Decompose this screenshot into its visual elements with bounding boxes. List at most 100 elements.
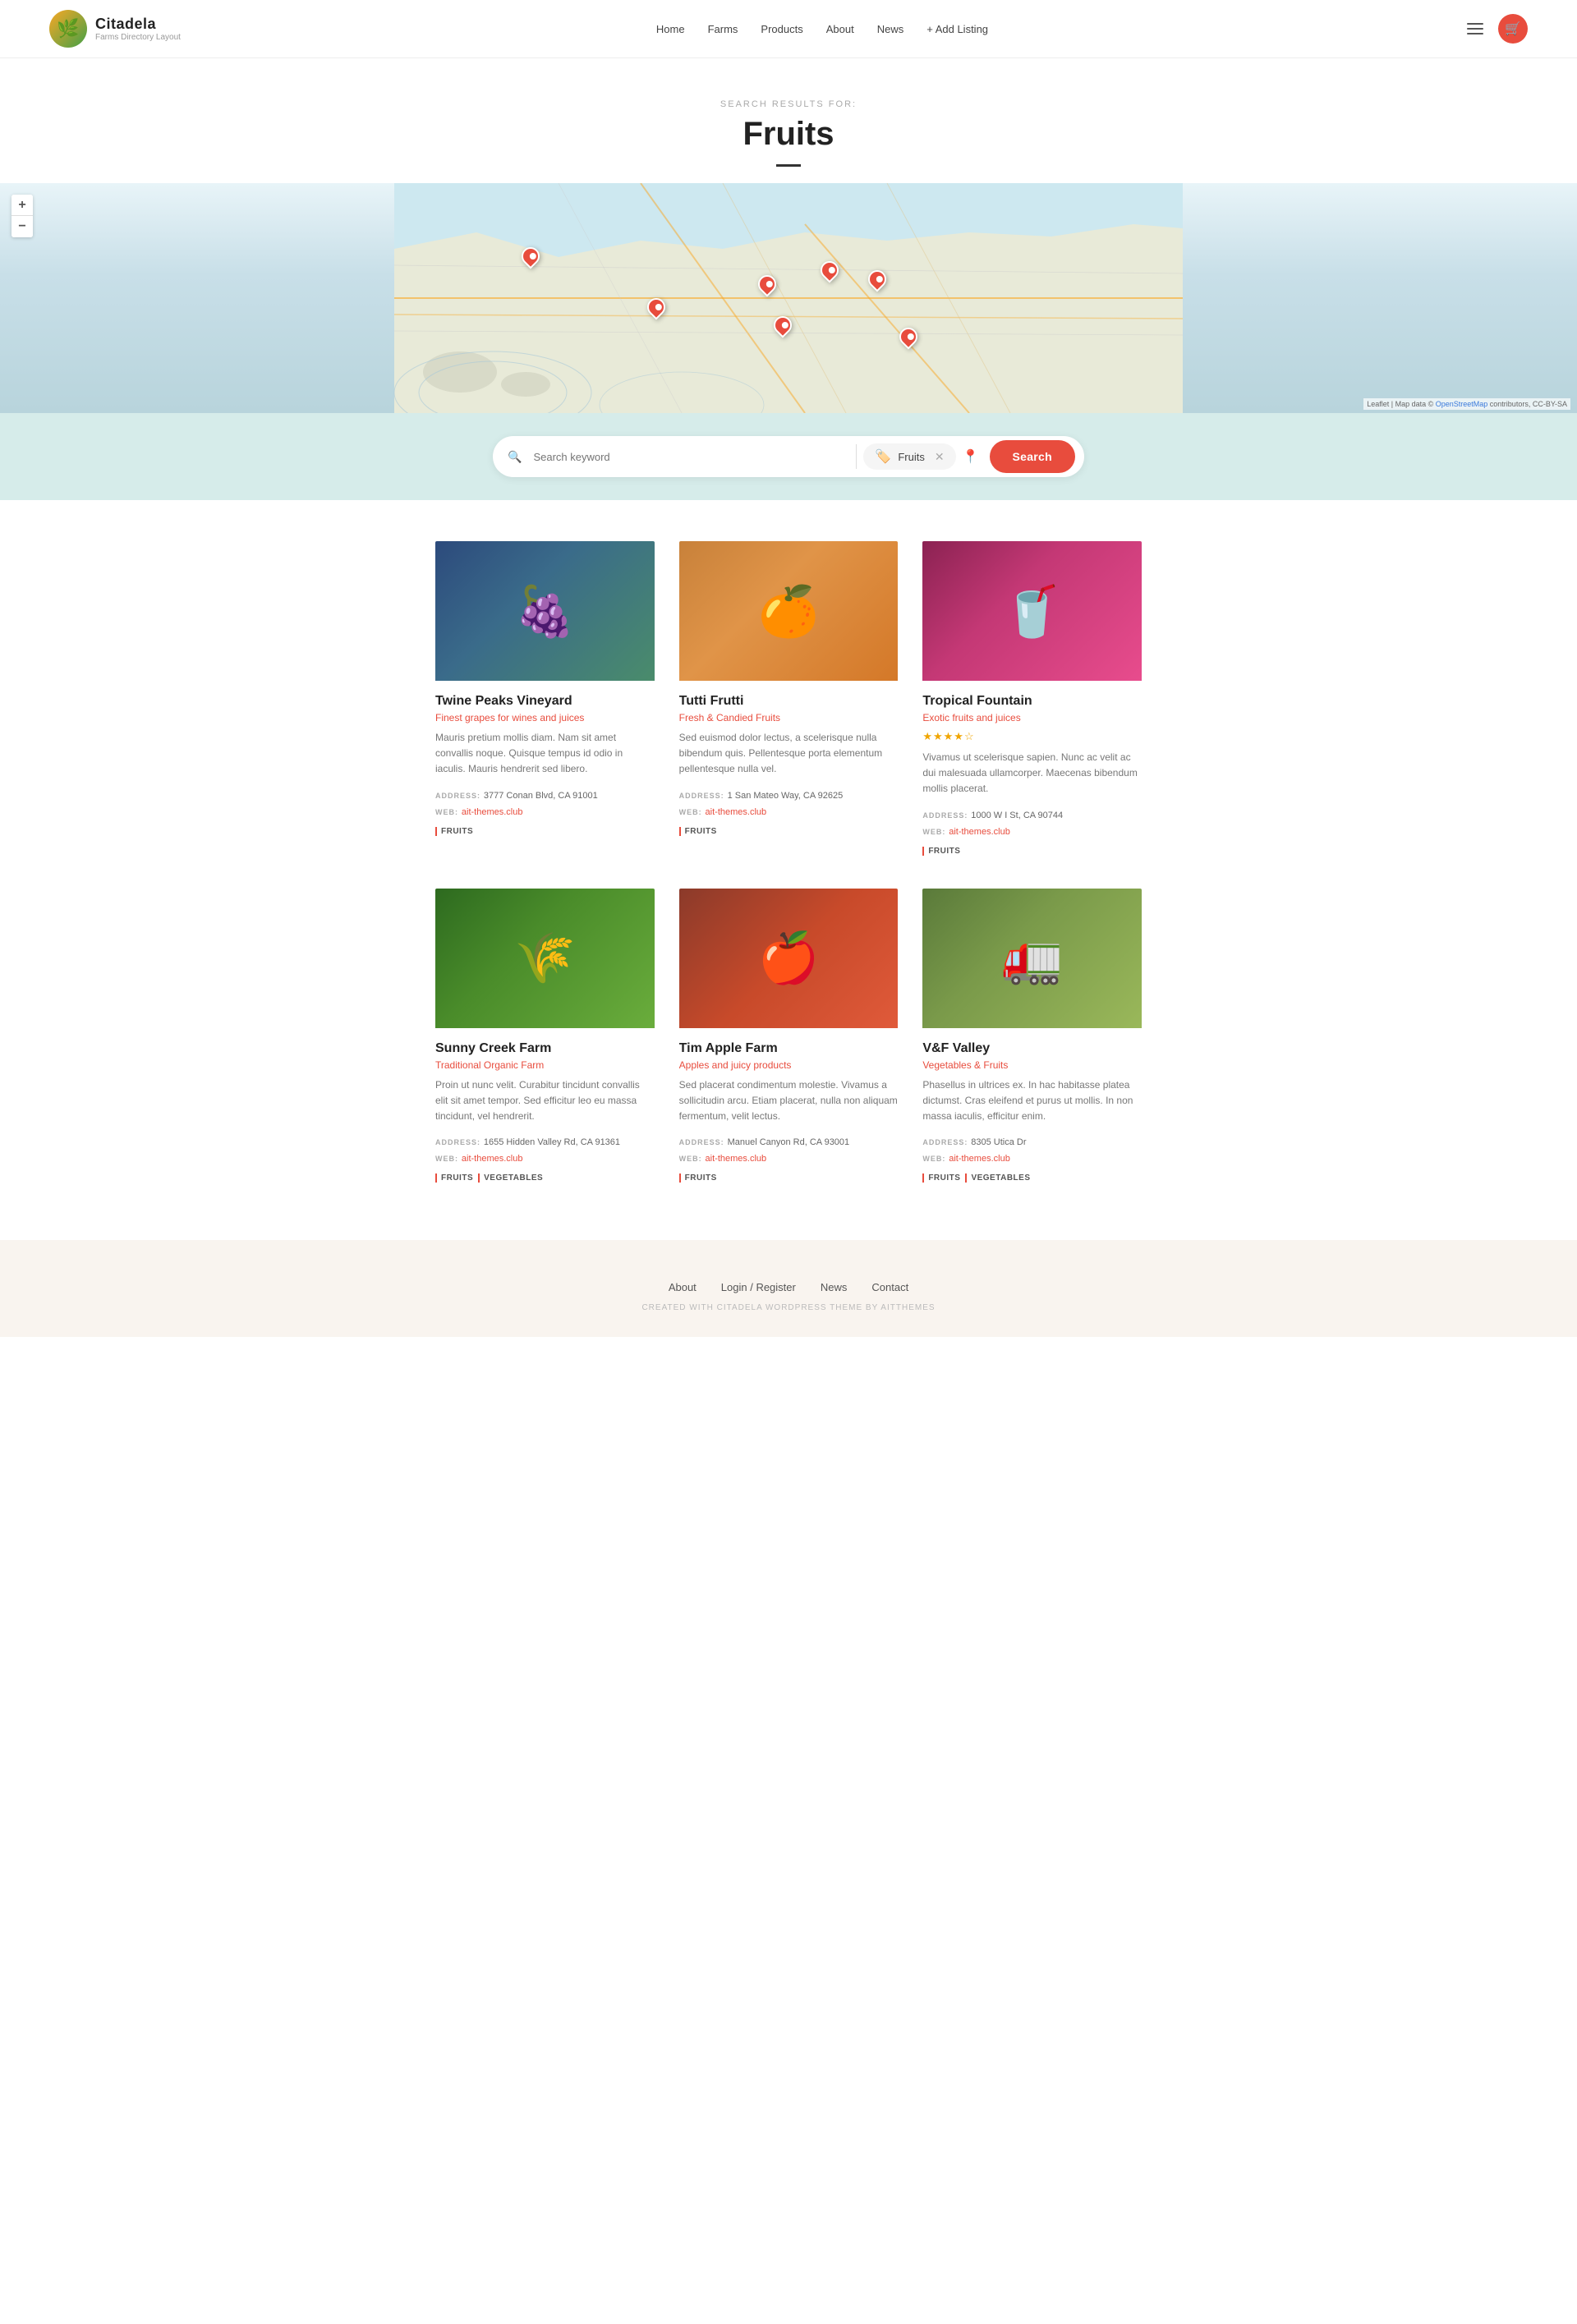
category-icon: 🏷️	[875, 448, 891, 465]
map-background: + − Leaflet | Map data © OpenStreetMap c…	[0, 183, 1577, 413]
address-label: ADDRESS:	[679, 1138, 724, 1146]
nav-home[interactable]: Home	[656, 23, 685, 35]
address-value: 8305 Utica Dr	[971, 1137, 1026, 1147]
map-pin-2[interactable]	[646, 298, 666, 323]
listing-image[interactable]: 🥤	[922, 541, 1142, 681]
listing-tag: FRUITS	[922, 847, 960, 856]
listing-tag: VEGETABLES	[478, 1173, 543, 1183]
address-label: ADDRESS:	[435, 792, 480, 800]
map-pin-5[interactable]	[757, 275, 777, 300]
listing-title[interactable]: Tropical Fountain	[922, 694, 1142, 709]
search-category-tag[interactable]: 🏷️ Fruits ✕	[863, 443, 955, 470]
address-label: ADDRESS:	[922, 811, 968, 820]
footer-nav: About Login / Register News Contact	[16, 1281, 1561, 1293]
nav-add-listing[interactable]: + Add Listing	[926, 23, 988, 35]
listing-web: WEB: ait-themes.club	[922, 824, 1142, 837]
listing-title[interactable]: Tutti Frutti	[679, 694, 899, 709]
listing-card-4: 🌾 Sunny Creek Farm Traditional Organic F…	[435, 889, 655, 1192]
category-label: Fruits	[898, 451, 925, 463]
header-icons: 🛒	[1464, 14, 1528, 44]
listing-description: Phasellus in ultrices ex. In hac habitas…	[922, 1077, 1142, 1125]
listing-title[interactable]: Tim Apple Farm	[679, 1041, 899, 1056]
listing-title[interactable]: Twine Peaks Vineyard	[435, 694, 655, 709]
web-link[interactable]: ait-themes.club	[462, 1154, 523, 1164]
address-value: 1 San Mateo Way, CA 92625	[728, 791, 844, 801]
logo-subtitle: Farms Directory Layout	[95, 33, 181, 42]
address-value: 3777 Conan Blvd, CA 91001	[484, 791, 598, 801]
nav-products[interactable]: Products	[761, 23, 802, 35]
search-keyword-input[interactable]	[525, 439, 849, 475]
search-bar-section: 🔍 🏷️ Fruits ✕ 📍 Search	[0, 413, 1577, 500]
web-link[interactable]: ait-themes.club	[949, 1154, 1010, 1164]
listing-tag: FRUITS	[435, 1173, 473, 1183]
map-zoom-in[interactable]: +	[11, 195, 33, 216]
osm-link[interactable]: OpenStreetMap	[1436, 400, 1488, 408]
listing-address: ADDRESS: 1655 Hidden Valley Rd, CA 91361	[435, 1134, 655, 1147]
listing-address: ADDRESS: 8305 Utica Dr	[922, 1134, 1142, 1147]
address-value: 1655 Hidden Valley Rd, CA 91361	[484, 1137, 620, 1147]
map-zoom-out[interactable]: −	[11, 216, 33, 237]
footer-nav-news[interactable]: News	[821, 1281, 848, 1293]
listing-web: WEB: ait-themes.club	[435, 804, 655, 817]
nav-news[interactable]: News	[877, 23, 904, 35]
hamburger-button[interactable]	[1464, 20, 1487, 38]
web-link[interactable]: ait-themes.club	[706, 1154, 767, 1164]
web-label: WEB:	[922, 828, 945, 836]
cart-button[interactable]: 🛒	[1498, 14, 1528, 44]
listing-image[interactable]: 🌾	[435, 889, 655, 1028]
listing-description: Sed euismod dolor lectus, a scelerisque …	[679, 730, 899, 778]
nav-farms[interactable]: Farms	[708, 23, 738, 35]
listing-image[interactable]: 🍎	[679, 889, 899, 1028]
nav-about[interactable]: About	[826, 23, 854, 35]
listing-tags: FRUITS	[922, 847, 1142, 856]
search-divider	[856, 444, 857, 469]
listing-address: ADDRESS: Manuel Canyon Rd, CA 93001	[679, 1134, 899, 1147]
listing-title[interactable]: V&F Valley	[922, 1041, 1142, 1056]
listing-subtitle: Exotic fruits and juices	[922, 712, 1142, 723]
search-bar: 🔍 🏷️ Fruits ✕ 📍 Search	[493, 436, 1084, 477]
listing-address: ADDRESS: 1 San Mateo Way, CA 92625	[679, 788, 899, 801]
listing-image[interactable]: 🍊	[679, 541, 899, 681]
listing-stars: ★★★★☆	[922, 730, 1142, 743]
map-pin-6[interactable]	[773, 316, 793, 341]
listing-body: Twine Peaks Vineyard Finest grapes for w…	[435, 681, 655, 844]
search-results-title: Fruits	[0, 116, 1577, 153]
listing-description: Proin ut nunc velit. Curabitur tincidunt…	[435, 1077, 655, 1125]
map-pin-7[interactable]	[899, 328, 918, 352]
listing-image[interactable]: 🚛	[922, 889, 1142, 1028]
listing-tag: FRUITS	[922, 1173, 960, 1183]
listing-body: Tutti Frutti Fresh & Candied Fruits Sed …	[679, 681, 899, 844]
location-button[interactable]: 📍	[956, 442, 986, 471]
map-pin-4[interactable]	[867, 270, 887, 295]
listing-web: WEB: ait-themes.club	[922, 1151, 1142, 1164]
listing-description: Mauris pretium mollis diam. Nam sit amet…	[435, 730, 655, 778]
listing-image[interactable]: 🍇	[435, 541, 655, 681]
listing-title[interactable]: Sunny Creek Farm	[435, 1041, 655, 1056]
listing-tags: FRUITS VEGETABLES	[435, 1173, 655, 1183]
footer-nav-login[interactable]: Login / Register	[721, 1281, 796, 1293]
map-pin-1[interactable]	[521, 247, 540, 272]
listing-body: Tim Apple Farm Apples and juicy products…	[679, 1028, 899, 1192]
listing-web: WEB: ait-themes.club	[435, 1151, 655, 1164]
search-results-header: SEARCH RESULTS FOR: Fruits	[0, 58, 1577, 183]
web-link[interactable]: ait-themes.club	[462, 807, 523, 817]
listing-tag: VEGETABLES	[965, 1173, 1030, 1183]
web-link[interactable]: ait-themes.club	[949, 827, 1010, 837]
web-link[interactable]: ait-themes.club	[706, 807, 767, 817]
listing-tags: FRUITS	[679, 1173, 899, 1183]
category-clear-button[interactable]: ✕	[935, 450, 945, 464]
listing-web: WEB: ait-themes.club	[679, 1151, 899, 1164]
web-label: WEB:	[435, 1155, 458, 1163]
listing-subtitle: Vegetables & Fruits	[922, 1059, 1142, 1071]
footer-nav-about[interactable]: About	[669, 1281, 697, 1293]
footer-nav-contact[interactable]: Contact	[871, 1281, 908, 1293]
listings-section: 🍇 Twine Peaks Vineyard Finest grapes for…	[419, 500, 1158, 1240]
web-label: WEB:	[679, 1155, 702, 1163]
listing-card-3: 🥤 Tropical Fountain Exotic fruits and ju…	[922, 541, 1142, 864]
map-pin-3[interactable]	[820, 261, 839, 286]
listing-card-6: 🚛 V&F Valley Vegetables & Fruits Phasell…	[922, 889, 1142, 1192]
search-submit-button[interactable]: Search	[990, 440, 1076, 473]
logo-text: Citadela Farms Directory Layout	[95, 16, 181, 42]
map-container: + − Leaflet | Map data © OpenStreetMap c…	[0, 183, 1577, 413]
listing-tags: FRUITS	[679, 827, 899, 836]
